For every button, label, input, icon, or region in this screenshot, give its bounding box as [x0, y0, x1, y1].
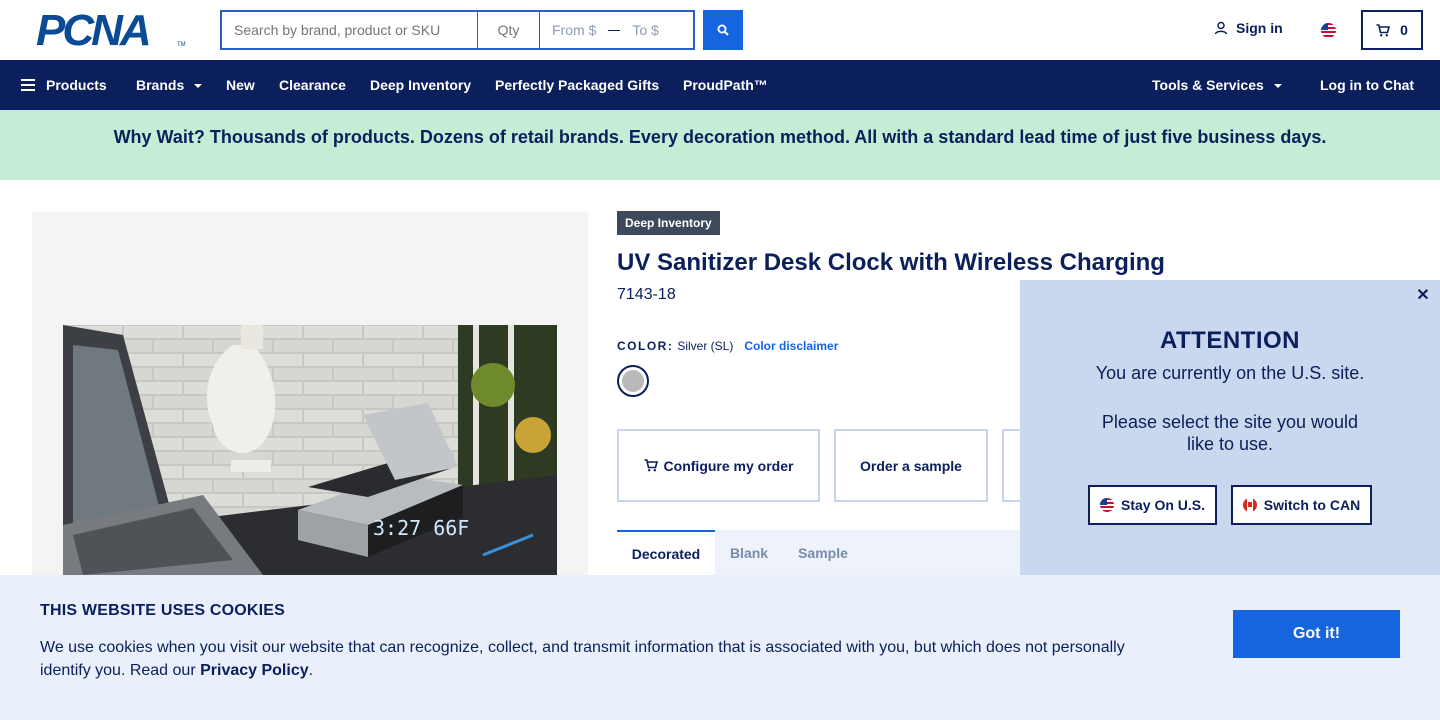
configure-order-label: Configure my order	[663, 457, 794, 474]
site-header: PCNA TM From $ To $ Sign in 0	[0, 0, 1440, 60]
nav-deep-inventory[interactable]: Deep Inventory	[370, 60, 471, 110]
product-sku: 7143-18	[617, 286, 676, 303]
nav-clearance[interactable]: Clearance	[279, 60, 346, 110]
product-image-panel: 3:27 66F	[32, 212, 588, 575]
stay-on-us-button[interactable]: Stay On U.S.	[1088, 485, 1217, 525]
price-dash	[608, 29, 621, 31]
canada-flag-icon	[1242, 498, 1257, 512]
cart-icon	[644, 459, 658, 472]
cookie-text: We use cookies when you visit our websit…	[40, 636, 1160, 682]
order-sample-button[interactable]: Order a sample	[834, 429, 988, 502]
main-nav: Products Brands New Clearance Deep Inven…	[0, 60, 1440, 110]
chevron-down-icon	[194, 84, 203, 88]
nav-tools-label: Tools & Services	[1152, 77, 1264, 93]
qty-input[interactable]	[478, 12, 540, 48]
nav-proudpath[interactable]: ProudPath™	[683, 60, 768, 110]
promo-banner: Why Wait? Thousands of products. Dozens …	[0, 110, 1440, 180]
price-range[interactable]: From $ To $	[540, 12, 693, 48]
cookie-title: THIS WEBSITE USES COOKIES	[40, 602, 286, 619]
cookie-period: .	[308, 662, 314, 679]
cart-icon	[1376, 23, 1391, 36]
cart-button[interactable]: 0	[1361, 10, 1423, 50]
tab-sample[interactable]: Sample	[783, 530, 863, 575]
hamburger-icon	[21, 79, 35, 91]
tab-blank[interactable]: Blank	[715, 530, 783, 575]
sign-in-link[interactable]: Sign in	[1214, 20, 1283, 36]
color-disclaimer-link[interactable]: Color disclaimer	[744, 339, 838, 353]
attention-current-site: You are currently on the U.S. site.	[1095, 363, 1365, 383]
attention-title: ATTENTION	[1159, 327, 1301, 354]
price-from-placeholder[interactable]: From $	[552, 22, 596, 38]
color-swatch-silver[interactable]	[617, 365, 649, 397]
configure-order-button[interactable]: Configure my order	[617, 429, 820, 502]
product-photo[interactable]: 3:27 66F	[63, 325, 557, 575]
nav-brands[interactable]: Brands	[136, 60, 203, 110]
search-bar: From $ To $	[220, 10, 695, 50]
search-input[interactable]	[222, 12, 478, 48]
close-icon[interactable]: ✕	[1416, 288, 1430, 304]
tab-decorated[interactable]: Decorated	[617, 530, 715, 575]
nav-products[interactable]: Products	[21, 60, 107, 110]
user-icon	[1214, 21, 1228, 35]
nav-new[interactable]: New	[226, 60, 255, 110]
nav-products-label: Products	[46, 77, 107, 93]
nav-brands-label: Brands	[136, 77, 185, 93]
us-flag-icon	[1099, 498, 1114, 512]
nav-tools-services[interactable]: Tools & Services	[1152, 60, 1282, 110]
search-button[interactable]	[703, 10, 743, 50]
swatch-fill	[622, 370, 644, 392]
stay-label: Stay On U.S.	[1120, 497, 1206, 513]
switch-label: Switch to CAN	[1263, 497, 1361, 513]
color-value: Silver (SL)	[677, 339, 734, 353]
privacy-policy-link[interactable]: Privacy Policy	[200, 662, 309, 679]
switch-to-can-button[interactable]: Switch to CAN	[1231, 485, 1372, 525]
logo-text: PCNA	[36, 6, 152, 55]
nav-log-in-to-chat[interactable]: Log in to Chat	[1320, 60, 1414, 110]
color-row: COLOR: Silver (SL) Color disclaimer	[617, 339, 838, 353]
got-it-button[interactable]: Got it!	[1233, 610, 1400, 658]
cart-count: 0	[1400, 22, 1408, 38]
color-label: COLOR:	[617, 339, 674, 353]
price-to-placeholder[interactable]: To $	[632, 22, 658, 38]
sign-in-label: Sign in	[1236, 20, 1283, 36]
nav-perfectly-packaged-gifts[interactable]: Perfectly Packaged Gifts	[495, 60, 659, 110]
product-title: UV Sanitizer Desk Clock with Wireless Ch…	[617, 249, 1165, 276]
clock-display-text: 3:27 66F	[373, 516, 469, 540]
product-photo-illustration: 3:27 66F	[63, 325, 557, 575]
deep-inventory-badge: Deep Inventory	[617, 211, 720, 235]
us-flag-icon[interactable]	[1321, 23, 1336, 38]
search-icon	[717, 24, 729, 36]
chevron-down-icon	[1273, 84, 1282, 88]
pcna-logo[interactable]: PCNA TM	[36, 6, 186, 55]
attention-select-site: Please select the site you would like to…	[1101, 412, 1359, 454]
logo-trademark: TM	[177, 42, 186, 48]
